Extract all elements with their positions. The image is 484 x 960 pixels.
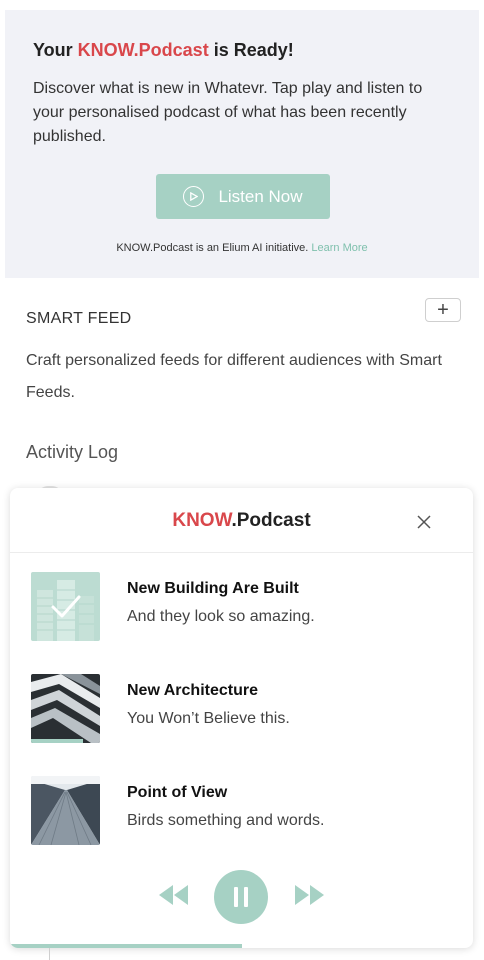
smart-feed-description: Craft personalized feeds for different a… — [26, 352, 442, 401]
track-subtitle: And they look so amazing. — [127, 608, 315, 625]
track-progress-bar — [31, 739, 83, 743]
podcast-ready-banner: Your KNOW.Podcast is Ready! Discover wha… — [5, 10, 479, 278]
podcast-player-panel: KNOW.Podcast New Building Are Built And … — [10, 488, 473, 948]
playback-progress-bar[interactable] — [10, 944, 242, 948]
track-subtitle: Birds something and words. — [127, 812, 325, 829]
add-smart-feed-button[interactable]: + — [425, 298, 461, 322]
track-item[interactable]: Point of View Birds something and words. — [31, 776, 451, 846]
player-title: KNOW.Podcast — [172, 510, 311, 531]
banner-title: Your KNOW.Podcast is Ready! — [33, 40, 294, 60]
track-thumbnail — [31, 674, 100, 743]
track-subtitle: You Won’t Believe this. — [127, 710, 290, 727]
track-thumbnail — [31, 572, 100, 641]
checkmark-icon — [51, 595, 81, 618]
play-icon — [183, 186, 205, 207]
track-thumbnail — [31, 776, 100, 845]
track-item[interactable]: New Architecture You Won’t Believe this. — [31, 674, 451, 744]
pause-button[interactable] — [214, 870, 268, 924]
pause-icon — [234, 887, 248, 907]
banner-description: Discover what is new in Whatevr. Tap pla… — [33, 80, 423, 145]
fast-forward-icon[interactable] — [294, 884, 324, 911]
track-title: Point of View — [127, 784, 228, 801]
activity-log-title: Activity Log — [26, 442, 119, 462]
track-title: New Architecture — [127, 682, 258, 699]
smart-feed-title: SMART FEED — [26, 310, 132, 327]
track-title: New Building Are Built — [127, 580, 299, 597]
player-controls — [10, 868, 473, 926]
listen-now-button[interactable]: Listen Now — [156, 174, 330, 219]
track-item[interactable]: New Building Are Built And they look so … — [31, 572, 451, 642]
banner-footnote: KNOW.Podcast is an Elium AI initiative. … — [116, 242, 368, 254]
rewind-icon[interactable] — [159, 884, 189, 911]
learn-more-link[interactable]: Learn More — [311, 242, 367, 254]
banner-brand-name: KNOW.Podcast — [77, 40, 209, 60]
divider — [49, 948, 50, 960]
player-header: KNOW.Podcast — [10, 488, 473, 553]
close-icon[interactable] — [414, 512, 434, 532]
listen-now-label: Listen Now — [218, 186, 303, 206]
